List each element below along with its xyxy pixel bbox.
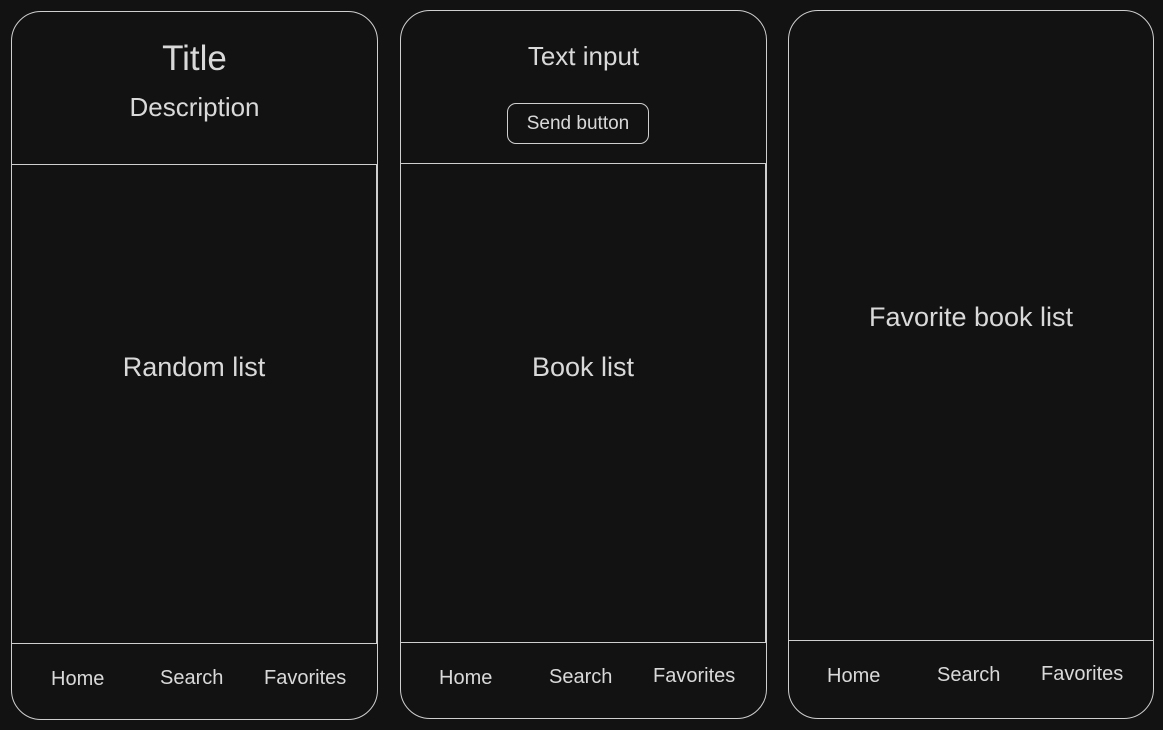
home-screen-frame: Title Description Random list Home Searc… bbox=[11, 11, 378, 720]
send-button[interactable]: Send button bbox=[507, 103, 649, 144]
nav-search[interactable]: Search bbox=[937, 664, 1000, 687]
home-title: Title bbox=[162, 39, 227, 78]
search-screen-frame: Text input Send button Book list Home Se… bbox=[400, 10, 767, 719]
nav-home[interactable]: Home bbox=[439, 667, 492, 690]
nav-home[interactable]: Home bbox=[827, 665, 880, 688]
nav-search[interactable]: Search bbox=[160, 667, 223, 690]
nav-home[interactable]: Home bbox=[51, 668, 104, 691]
nav-search[interactable]: Search bbox=[549, 666, 612, 689]
search-text-input[interactable]: Text input bbox=[401, 41, 766, 72]
nav-favorites[interactable]: Favorites bbox=[264, 667, 346, 690]
favorites-screen-frame: Favorite book list Home Search Favorites bbox=[788, 10, 1154, 719]
home-header: Title Description bbox=[12, 12, 377, 165]
bottom-nav: Home Search Favorites bbox=[401, 642, 766, 718]
favorite-book-list-area[interactable]: Favorite book list bbox=[789, 11, 1153, 640]
random-list-label: Random list bbox=[122, 352, 266, 382]
nav-favorites[interactable]: Favorites bbox=[653, 665, 735, 688]
nav-favorites[interactable]: Favorites bbox=[1041, 663, 1123, 686]
home-description: Description bbox=[129, 92, 260, 122]
search-header: Text input Send button bbox=[401, 11, 766, 164]
book-list-label: Book list bbox=[531, 352, 635, 382]
favorite-book-list-label: Favorite book list bbox=[868, 302, 1074, 332]
random-list-area[interactable]: Random list bbox=[12, 165, 377, 643]
bottom-nav: Home Search Favorites bbox=[789, 640, 1153, 718]
book-list-area[interactable]: Book list bbox=[401, 164, 766, 642]
bottom-nav: Home Search Favorites bbox=[12, 643, 377, 719]
